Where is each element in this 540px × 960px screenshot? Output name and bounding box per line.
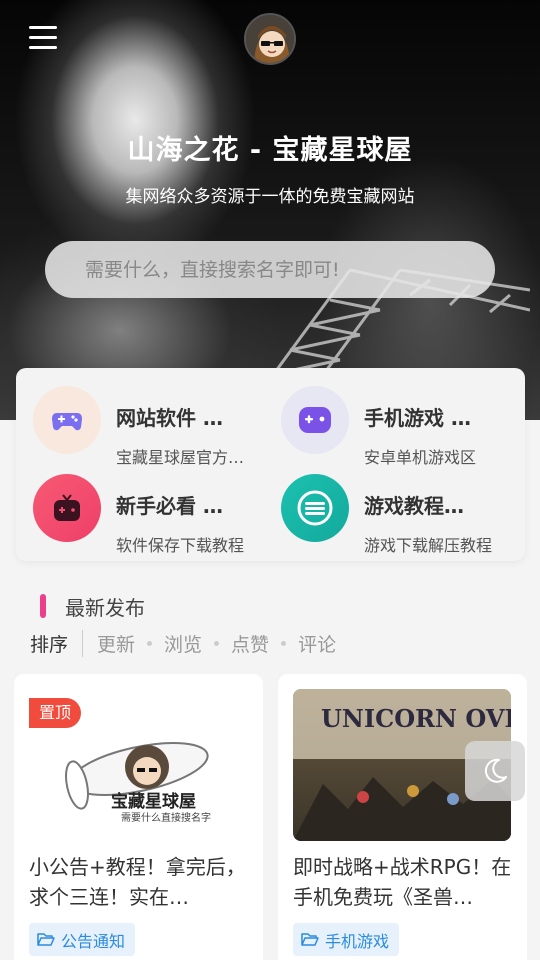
category-beginner-guide[interactable]: 新手必看 … 软件保存下载教程 [16, 474, 256, 555]
section-accent-bar [40, 594, 46, 618]
category-title: 手机游戏 … [364, 406, 471, 430]
post-card[interactable]: 置顶 宝藏星球屋 需要什么直接搜名字 小公告+教程！拿完后，求个三连！实在… 公… [14, 674, 263, 960]
menu-icon[interactable] [29, 26, 57, 50]
svg-text:需要什么直接搜名字: 需要什么直接搜名字 [121, 811, 211, 824]
sort-option-likes[interactable]: 点赞 [231, 630, 269, 657]
category-title: 新手必看 … [116, 494, 223, 518]
circle-logo-icon [281, 474, 349, 542]
sort-label: 排序 [30, 629, 84, 657]
hero-banner: 山海之花 - 宝藏星球屋 集网络众多资源于一体的免费宝藏网站 [0, 0, 540, 420]
sort-option-views[interactable]: 浏览 [164, 630, 202, 657]
section-title: 最新发布 [65, 595, 145, 620]
thumbnail-title-text: UNICORN OVERLORD [321, 704, 511, 733]
sort-option-comments[interactable]: 评论 [298, 630, 336, 657]
latest-section-header: 最新发布 [40, 591, 145, 621]
separator-dot [281, 640, 287, 646]
post-title[interactable]: 即时战略+战术RPG！在手机免费玩《圣兽… [293, 852, 518, 912]
sort-bar: 排序 更新 浏览 点赞 评论 [30, 629, 336, 657]
site-title: 山海之花 - 宝藏星球屋 [127, 135, 413, 166]
post-category-tag[interactable]: 手机游戏 [293, 923, 400, 956]
category-description: 软件保存下载教程 [116, 536, 245, 555]
tv-game-icon [33, 474, 101, 542]
separator-dot [147, 640, 153, 646]
gamepad-icon [33, 386, 101, 454]
category-title: 游戏教程… [364, 494, 464, 518]
post-card[interactable]: UNICORN OVERLORD 即时战略+战术RPG！在手机免费玩《圣兽… 手… [278, 674, 527, 960]
pinned-badge: 置顶 [29, 698, 82, 728]
site-logo-avatar[interactable] [244, 13, 296, 65]
category-game-tutorial[interactable]: 游戏教程… 游戏下载解压教程 [264, 474, 504, 555]
tag-label: 手机游戏 [325, 931, 390, 951]
category-mobile-games[interactable]: 手机游戏 … 安卓单机游戏区 [264, 386, 504, 467]
dark-mode-toggle[interactable] [465, 741, 525, 801]
category-description: 宝藏星球屋官方… [116, 448, 245, 467]
category-title: 网站软件 … [116, 406, 223, 430]
post-title[interactable]: 小公告+教程！拿完后，求个三连！实在… [29, 852, 254, 912]
category-description: 游戏下载解压教程 [364, 536, 493, 555]
folder-icon [37, 933, 55, 946]
moon-icon [484, 758, 507, 783]
post-category-tag[interactable]: 公告通知 [29, 923, 136, 956]
tag-label: 公告通知 [61, 931, 126, 951]
site-subtitle: 集网络众多资源于一体的免费宝藏网站 [125, 187, 415, 207]
sort-option-update[interactable]: 更新 [97, 630, 135, 657]
game-controller-icon [281, 386, 349, 454]
category-website-software[interactable]: 网站软件 … 宝藏星球屋官方… [16, 386, 256, 467]
svg-text:宝藏星球屋: 宝藏星球屋 [111, 791, 196, 812]
category-panel: 网站软件 … 宝藏星球屋官方… 手机游戏 … 安卓单机游戏区 新手必看 … 软件… [16, 368, 525, 561]
folder-icon [301, 933, 319, 946]
category-description: 安卓单机游戏区 [364, 448, 477, 467]
separator-dot [214, 640, 220, 646]
search-input[interactable] [45, 241, 495, 298]
